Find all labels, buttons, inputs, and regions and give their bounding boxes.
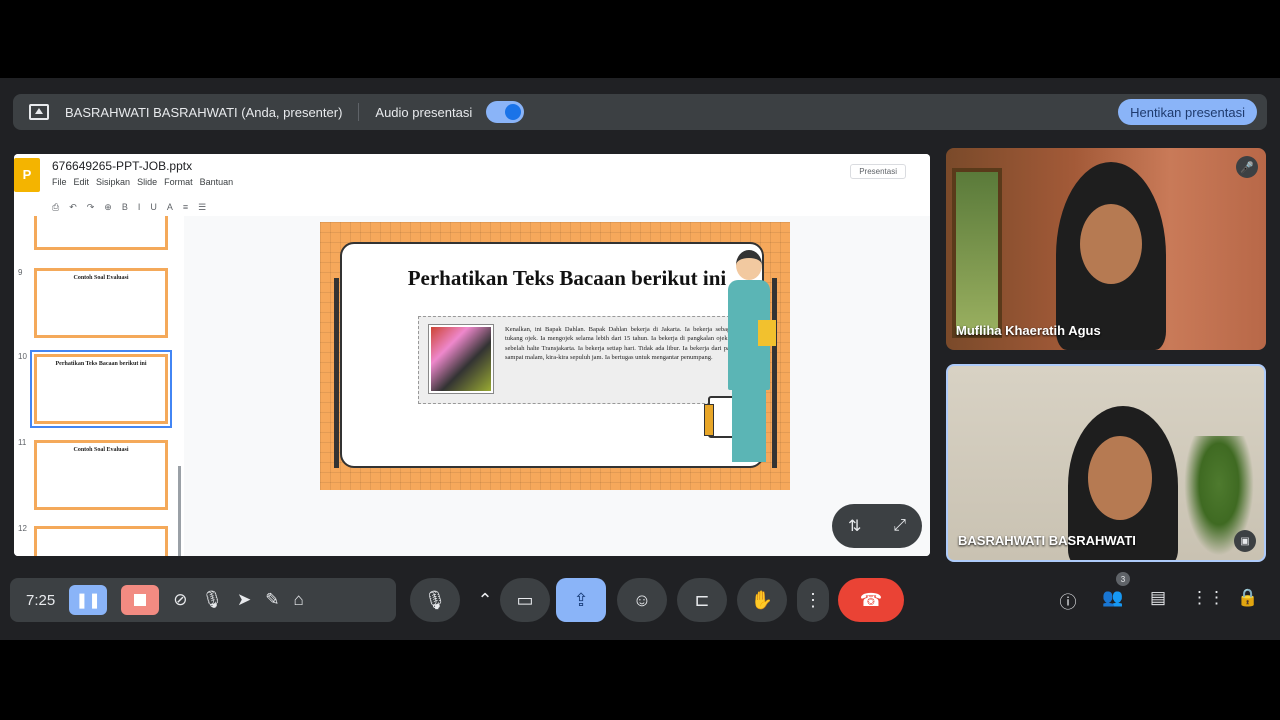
participant-name: BASRAHWATI BASRAHWATI (958, 533, 1136, 548)
current-slide[interactable]: Perhatikan Teks Bacaan berikut ini Kenal… (320, 222, 790, 490)
slides-header: P 676649265-PPT-JOB.pptx File Edit Sisip… (14, 154, 930, 200)
slide-thumbnail[interactable] (34, 526, 168, 556)
slide-number: 12 (18, 524, 27, 533)
presenter-bar: BASRAHWATI BASRAHWATI (Anda, presenter) … (13, 94, 1267, 130)
raise-hand-button[interactable]: ✋ (737, 578, 787, 622)
slide-thumbnail[interactable]: Contoh Soal Evaluasi (34, 268, 168, 338)
undo-icon[interactable]: ↶ (69, 202, 77, 213)
stop-recording-button[interactable] (121, 585, 160, 615)
activities-icon[interactable]: ⋮⋮ (1191, 588, 1225, 608)
pointer-icon[interactable]: ➤ (237, 590, 251, 610)
menu-edit[interactable]: Edit (74, 177, 90, 187)
swap-view-icon[interactable]: ⇅ (848, 516, 861, 536)
presentation-view-controls: ⇅ ⤢ (832, 504, 922, 548)
board-pole (334, 278, 339, 468)
thumbnail-scrollbar[interactable] (178, 466, 181, 556)
participant-name: Mufliha Khaeratih Agus (956, 323, 1101, 338)
mic-icon[interactable]: 🎙 (201, 590, 223, 610)
microphone-icon: 🎙 (423, 589, 447, 610)
slides-logo: P (14, 158, 40, 192)
reading-paragraph: Kenalkan, ini Bapak Dahlan. Bapak Dahlan… (505, 326, 735, 362)
people-icon[interactable]: 👥 (1101, 588, 1125, 608)
reactions-button[interactable]: ☺ (617, 578, 667, 622)
zoom-icon[interactable]: ⊕ (104, 202, 112, 213)
host-controls-icon[interactable]: 🔒 (1236, 588, 1260, 608)
leave-call-button[interactable]: ☎ (838, 578, 904, 622)
present-screen-icon (29, 104, 49, 120)
menu-insert[interactable]: Sisipkan (96, 177, 130, 187)
slide-thumbnail[interactable]: Contoh Soal Evaluasi (34, 440, 168, 510)
slide-number: 10 (18, 352, 27, 361)
chat-icon[interactable]: ▤ (1146, 588, 1170, 608)
underline-icon[interactable]: U (150, 202, 157, 212)
document-title: 676649265-PPT-JOB.pptx (52, 159, 193, 173)
slide-title: Perhatikan Teks Bacaan berikut ini (407, 266, 727, 290)
meet-window: BASRAHWATI BASRAHWATI (Anda, presenter) … (0, 78, 1280, 640)
whiteboard: Perhatikan Teks Bacaan berikut ini Kenal… (340, 242, 764, 468)
toolbar: ⎙ ↶ ↷ ⊕ B I U A ≡ ☰ (52, 200, 632, 214)
more-options-button[interactable]: ⋮ (797, 578, 829, 622)
recording-controls: 7:25 ❚❚ ⊘ 🎙 ➤ ✎ ⌂ (10, 578, 396, 622)
highlighter-icon[interactable]: ⌂ (294, 590, 304, 610)
align-icon[interactable]: ≡ (183, 202, 188, 212)
slide-thumbnail[interactable] (34, 216, 168, 250)
info-icon[interactable]: ⓘ (1056, 588, 1080, 613)
pen-icon[interactable]: ✎ (265, 590, 279, 610)
reading-textbox[interactable]: Kenalkan, ini Bapak Dahlan. Bapak Dahlan… (418, 316, 740, 404)
slide-thumbnail-selected[interactable]: Perhatikan Teks Bacaan berikut ini (30, 350, 172, 428)
recording-time: 7:25 (26, 591, 56, 609)
slide-thumbnails: 9 Contoh Soal Evaluasi 10 Perhatikan Tek… (14, 216, 182, 556)
shared-screen: P 676649265-PPT-JOB.pptx File Edit Sisip… (14, 154, 930, 556)
hand-icon: ✋ (750, 589, 774, 610)
participant-count-badge: 3 (1116, 572, 1130, 586)
menu-bar: File Edit Sisipkan Slide Format Bantuan (52, 177, 233, 187)
man-illustration (718, 250, 778, 466)
present-now-button[interactable]: ⇪ (556, 578, 606, 622)
stop-presenting-button[interactable]: Hentikan presentasi (1118, 99, 1257, 125)
pause-recording-button[interactable]: ❚❚ (69, 585, 108, 615)
window-background (952, 168, 1002, 338)
present-screen-icon: ⇪ (573, 589, 589, 610)
mic-off-icon: 🎤 (1236, 156, 1258, 178)
microphone-button[interactable]: 🎙 (410, 578, 460, 622)
menu-help[interactable]: Bantuan (200, 177, 234, 187)
divider (358, 103, 360, 121)
emoji-icon: ☺ (632, 589, 652, 610)
camera-button[interactable]: ▭ (500, 578, 550, 622)
bold-icon[interactable]: B (122, 202, 128, 212)
captions-icon: ⊏ (694, 589, 710, 610)
mic-options-button[interactable]: ⌃ (470, 578, 500, 622)
menu-slide[interactable]: Slide (137, 177, 157, 187)
participant-tile[interactable]: 🎤 Mufliha Khaeratih Agus (946, 148, 1266, 350)
bottom-bar: 7:25 ❚❚ ⊘ 🎙 ➤ ✎ ⌂ 🎙 ⌃ ▭ ⇪ ☺ ⊏ ✋ ⋮ ☎ ⓘ 3 … (0, 570, 1280, 640)
list-icon[interactable]: ☰ (198, 202, 206, 213)
participant-tile-self[interactable]: BASRAHWATI BASRAHWATI ▣ (946, 364, 1266, 562)
audio-presentation-label: Audio presentasi (375, 104, 473, 120)
italic-icon[interactable]: I (138, 202, 141, 212)
present-button[interactable]: Presentasi (850, 164, 906, 179)
fullscreen-icon[interactable]: ⤢ (893, 517, 906, 535)
screen: BASRAHWATI BASRAHWATI (Anda, presenter) … (0, 0, 1280, 720)
slide-number: 11 (18, 438, 27, 447)
text-color-icon[interactable]: A (167, 202, 173, 212)
redo-icon[interactable]: ↷ (87, 202, 95, 213)
end-call-icon: ☎ (859, 589, 883, 610)
print-icon[interactable]: ⎙ (52, 202, 59, 213)
audio-presentation-toggle[interactable] (486, 101, 525, 123)
menu-file[interactable]: File (52, 177, 67, 187)
menu-format[interactable]: Format (164, 177, 193, 187)
slide-number: 9 (18, 268, 23, 277)
captions-button[interactable]: ⊏ (677, 578, 727, 622)
camera-off-icon[interactable]: ⊘ (173, 590, 187, 610)
camera-icon: ▭ (516, 589, 534, 610)
chevron-up-icon: ⌃ (477, 589, 493, 610)
ojek-photo (428, 324, 494, 394)
more-vert-icon: ⋮ (804, 589, 822, 610)
pin-icon[interactable]: ▣ (1234, 530, 1256, 552)
presenter-label: BASRAHWATI BASRAHWATI (Anda, presenter) (65, 104, 343, 120)
